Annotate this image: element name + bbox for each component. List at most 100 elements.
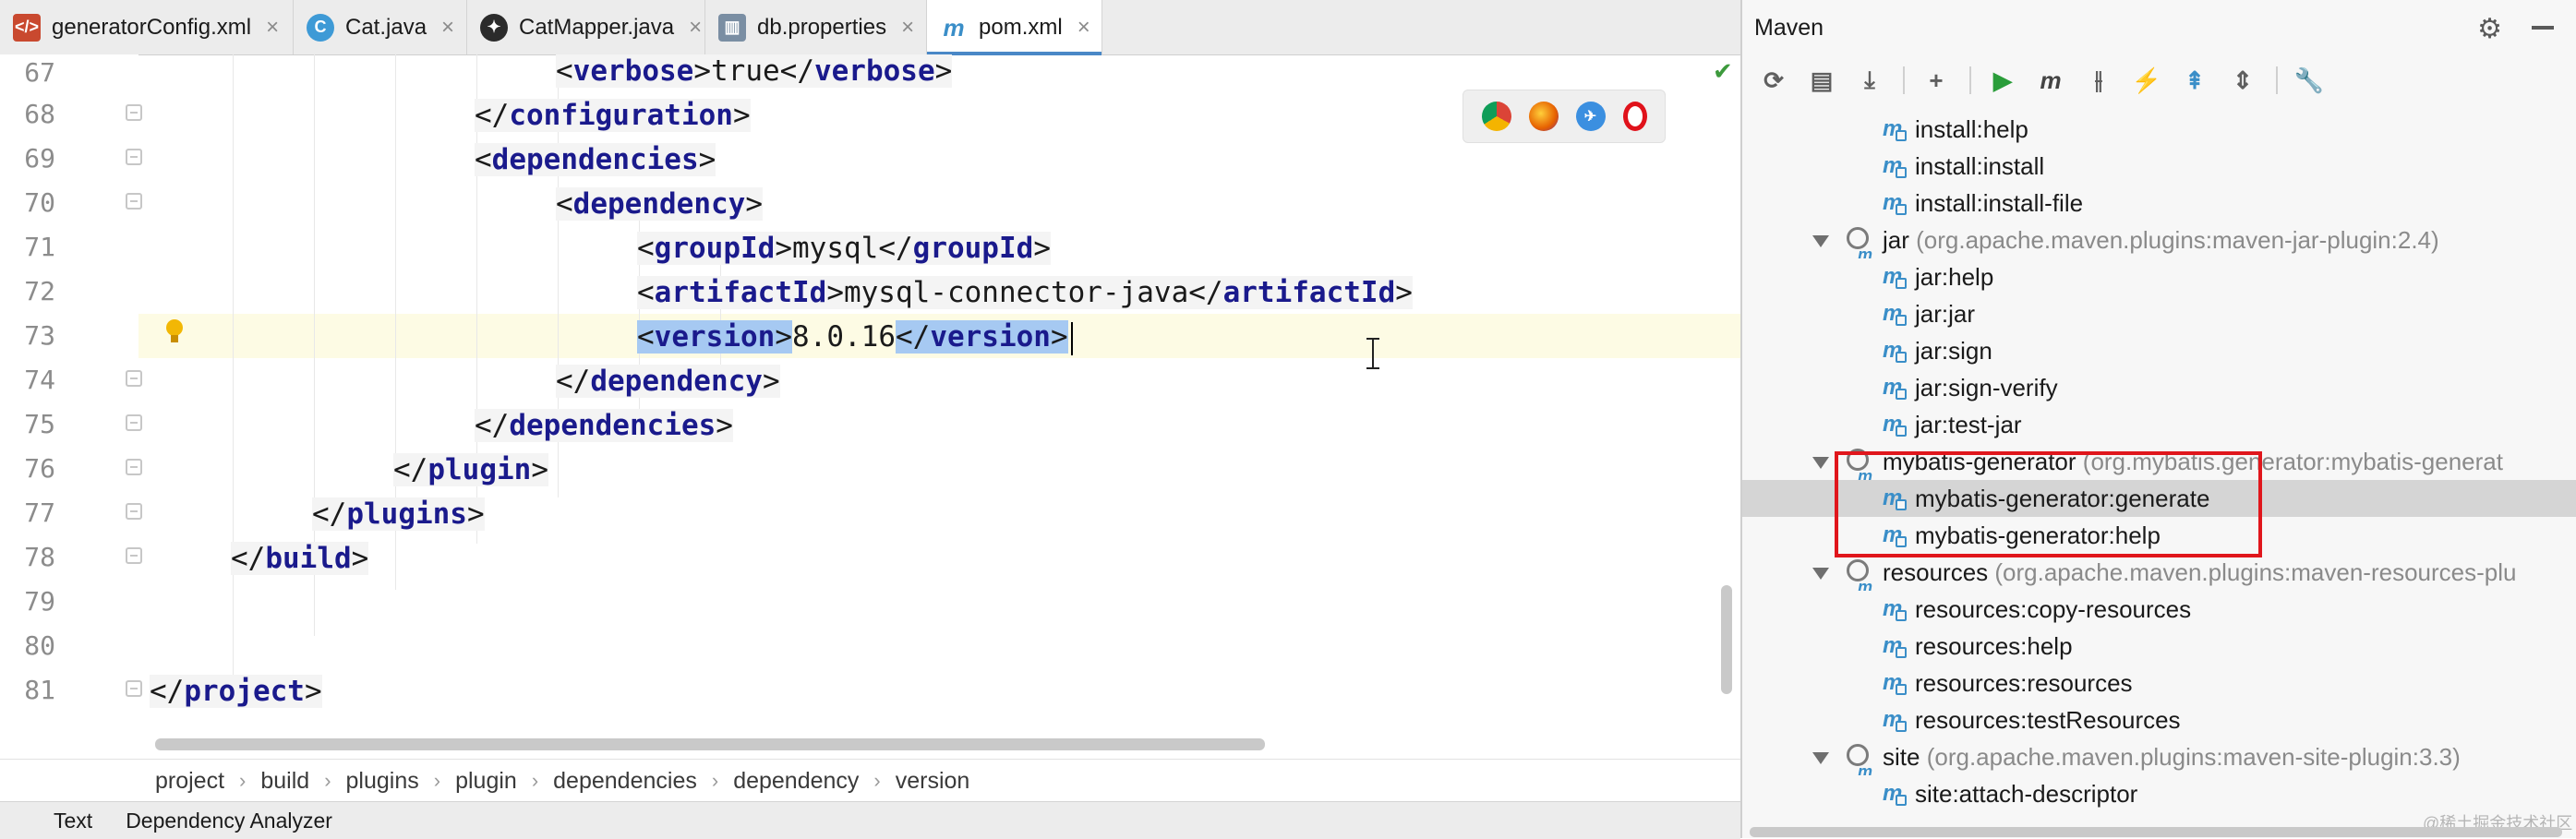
expand-arrow-icon[interactable] [1812, 752, 1829, 764]
breadcrumb-item[interactable]: › build [224, 768, 309, 795]
xml-tag: artifactId [654, 276, 827, 309]
gear-icon[interactable]: ⚙ [2477, 13, 2502, 45]
line-number: 76 [24, 453, 55, 484]
maven-plugin-icon: m [1847, 559, 1874, 591]
tree-plugin[interactable]: m jar (org.apache.maven.plugins:maven-ja… [1742, 222, 2576, 258]
expand-arrow-icon[interactable] [1812, 568, 1829, 580]
xml-value: mysql-connector-java [843, 276, 1189, 309]
inspection-ok-icon[interactable]: ✔ [1713, 57, 1733, 86]
tree-goal[interactable]: m jar:jar [1742, 295, 2576, 332]
generate-sources-icon[interactable]: ▤ [1805, 64, 1838, 97]
close-icon[interactable]: × [689, 15, 702, 41]
editor-horizontal-scrollbar[interactable] [155, 738, 1265, 750]
execute-goal-icon[interactable]: m [2034, 64, 2067, 97]
xml-value: mysql [792, 232, 879, 265]
chrome-icon[interactable] [1481, 102, 1511, 131]
close-icon[interactable]: × [266, 15, 279, 41]
breadcrumb-item[interactable]: › plugin [419, 768, 517, 795]
maven-horizontal-scrollbar[interactable] [1750, 827, 2562, 837]
tab-generatorconfig-xml[interactable]: </> generatorConfig.xml × [0, 0, 294, 54]
tree-goal[interactable]: m install:help [1742, 111, 2576, 148]
editor-vertical-scrollbar[interactable] [1721, 585, 1732, 694]
breadcrumb-item[interactable]: project [155, 768, 224, 795]
goal-label: resources:testResources [1915, 706, 2181, 734]
tree-goal[interactable]: m jar:test-jar [1742, 406, 2576, 443]
toggle-offline-icon[interactable]: ⫲ [2082, 64, 2115, 97]
tab-catmapper-java[interactable]: ✦ CatMapper.java × [467, 0, 705, 54]
tree-goal[interactable]: m jar:help [1742, 258, 2576, 295]
fold-marker[interactable] [126, 459, 142, 475]
code-line-81: </project> [150, 675, 322, 708]
code-line-67: <verbose>true</verbose> [556, 54, 953, 88]
maven-goal-icon: m [1883, 782, 1907, 806]
toolbar-separator [1969, 66, 1971, 94]
breadcrumb-item[interactable]: › dependencies [517, 768, 697, 795]
text-caret [1070, 321, 1073, 355]
safari-icon[interactable]: ✈ [1575, 102, 1606, 131]
tab-dependency-analyzer[interactable]: Dependency Analyzer [126, 809, 332, 833]
tree-goal[interactable]: m resources:help [1742, 628, 2576, 665]
maven-plugin-icon: m [1847, 227, 1874, 258]
close-icon[interactable]: × [1077, 15, 1090, 41]
line-number: 68 [24, 99, 55, 129]
collapse-all-icon[interactable]: ⇕ [2226, 64, 2259, 97]
maven-tool-window: Maven ⚙ ⟳ ▤ ⤓ + ▶ m ⫲ ⚡ ⇞ ⇕ 🔧 m install:… [1740, 0, 2576, 838]
close-icon[interactable]: × [441, 15, 454, 41]
minimize-icon[interactable] [2532, 26, 2554, 30]
download-icon[interactable]: ⤓ [1853, 64, 1886, 97]
fold-marker[interactable] [126, 370, 142, 387]
code-line-69: <dependencies> [475, 143, 716, 176]
tree-goal[interactable]: m jar:sign [1742, 332, 2576, 369]
firefox-icon[interactable] [1528, 102, 1559, 131]
java-class-icon: C [307, 13, 334, 42]
tree-plugin[interactable]: m site (org.apache.maven.plugins:maven-s… [1742, 738, 2576, 775]
code-line-78: </build> [231, 542, 369, 575]
fold-marker[interactable] [126, 193, 142, 210]
expand-arrow-icon[interactable] [1812, 235, 1829, 247]
maven-goal-icon: m [1883, 671, 1907, 695]
settings-wrench-icon[interactable]: 🔧 [2293, 64, 2326, 97]
tab-cat-java[interactable]: C Cat.java × [294, 0, 467, 54]
goal-label: jar:jar [1915, 300, 1976, 328]
breadcrumb-item[interactable]: › version [859, 768, 969, 795]
tree-goal[interactable]: m resources:testResources [1742, 701, 2576, 738]
fold-marker[interactable] [126, 547, 142, 564]
add-icon[interactable]: + [1920, 64, 1953, 97]
show-dependencies-icon[interactable]: ⇞ [2178, 64, 2211, 97]
fold-marker[interactable] [126, 414, 142, 431]
panel-title: Maven [1754, 14, 1824, 41]
opera-icon[interactable] [1622, 102, 1647, 131]
tree-goal[interactable]: m resources:resources [1742, 665, 2576, 701]
run-icon[interactable]: ▶ [1986, 64, 2019, 97]
line-number-gutter: 67 68 69 70 71 72 73 74 75 76 77 78 79 8… [0, 54, 142, 737]
tree-goal[interactable]: m site:attach-descriptor [1742, 775, 2576, 812]
tab-pom-xml[interactable]: m pom.xml × [927, 0, 1102, 55]
fold-marker[interactable] [126, 503, 142, 520]
fold-marker[interactable] [126, 149, 142, 165]
xml-tag: dependency [572, 187, 746, 221]
tree-goal[interactable]: m install:install-file [1742, 185, 2576, 222]
breadcrumb-item[interactable]: › dependency [697, 768, 860, 795]
maven-goal-icon: m [1883, 634, 1907, 658]
tree-goal[interactable]: m jar:sign-verify [1742, 369, 2576, 406]
xml-tag: version [654, 320, 776, 354]
reload-icon[interactable]: ⟳ [1757, 64, 1790, 97]
maven-pom-icon: m [943, 13, 965, 42]
breadcrumb-item[interactable]: › plugins [309, 768, 419, 795]
code-editor[interactable]: <verbose>true</verbose> </configuration>… [148, 54, 1717, 737]
tree-plugin[interactable]: m resources (org.apache.maven.plugins:ma… [1742, 554, 2576, 591]
line-number: 78 [24, 542, 55, 572]
tab-text[interactable]: Text [54, 809, 92, 833]
fold-marker[interactable] [126, 104, 142, 121]
editor-tab-bar: </> generatorConfig.xml × C Cat.java × ✦… [0, 0, 1740, 55]
fold-marker[interactable] [126, 680, 142, 697]
tree-goal[interactable]: m resources:copy-resources [1742, 591, 2576, 628]
tree-goal[interactable]: m install:install [1742, 148, 2576, 185]
skip-tests-icon[interactable]: ⚡ [2130, 64, 2163, 97]
editor-area: </> generatorConfig.xml × C Cat.java × ✦… [0, 0, 1740, 839]
close-icon[interactable]: × [901, 15, 914, 41]
expand-arrow-icon[interactable] [1812, 457, 1829, 469]
xml-value: 8.0.16 [792, 320, 896, 354]
tab-db-properties[interactable]: ▥ db.properties × [705, 0, 927, 54]
plugin-label: jar (org.apache.maven.plugins:maven-jar-… [1883, 226, 2439, 254]
